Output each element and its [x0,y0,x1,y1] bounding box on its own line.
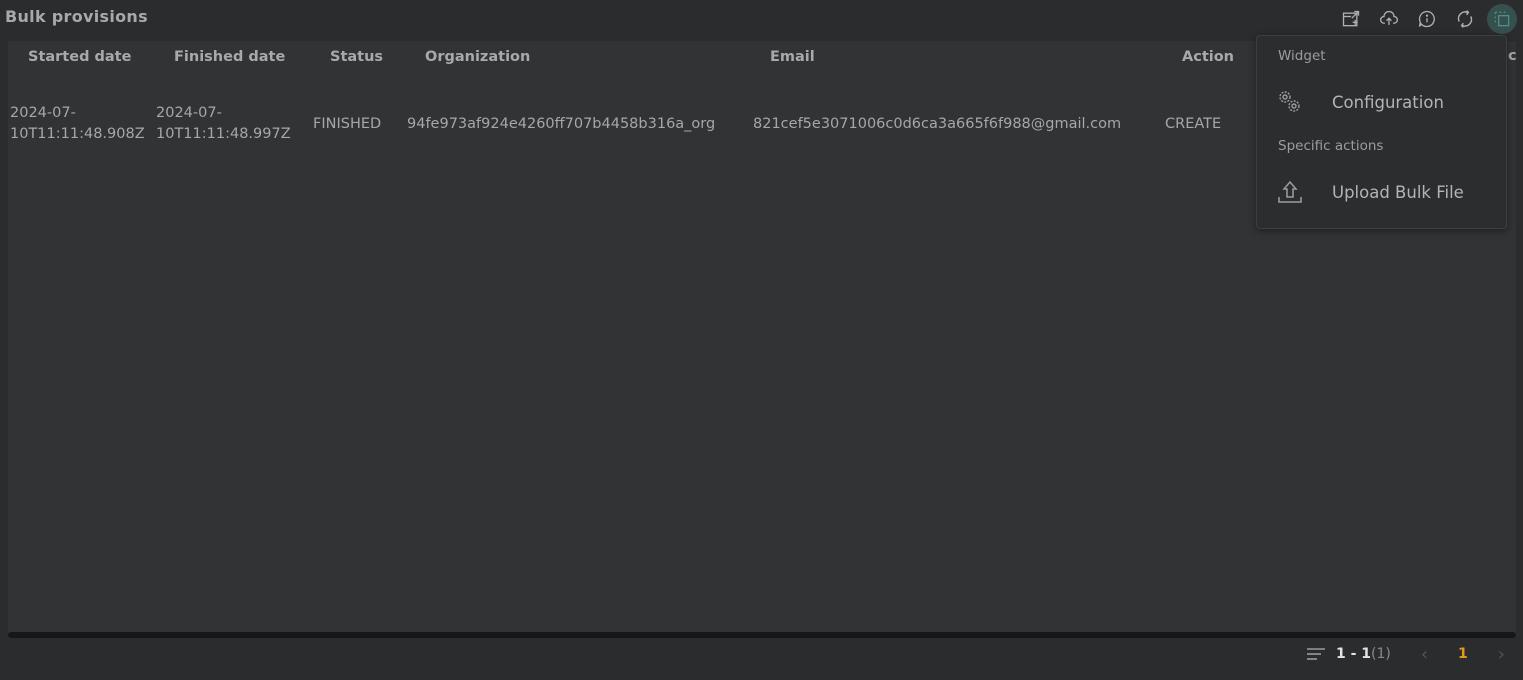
export-button[interactable] [1335,6,1367,32]
finished-date-cell: 2024-07- 10T11:11:48.997Z [156,105,291,142]
menu-item-upload-bulk-file[interactable]: Upload Bulk File [1257,172,1506,212]
column-header-organization[interactable]: Organization [425,49,530,65]
column-header-status[interactable]: Status [330,49,383,65]
action-cell: CREATE [1165,116,1222,132]
page-range: 1 - 1 [1335,646,1371,662]
info-icon [1418,10,1435,28]
widget-dropdown-menu: Widget Configuration Specific actions Up… [1256,35,1507,229]
organization-cell: 94fe973af924e4260ff707b4458b316a_org [407,116,716,132]
info-button[interactable] [1411,6,1443,32]
status-cell: FINISHED [313,116,382,132]
table-right-edge [1516,41,1523,634]
column-header-action[interactable]: Action [1182,49,1234,65]
menu-section-widget: Widget [1278,48,1326,64]
cloud-upload-icon [1380,10,1398,25]
upload-icon [1278,180,1302,203]
refresh-icon [1457,10,1473,28]
started-date-cell: 2024-07- 10T11:11:48.908Z [10,105,145,142]
widget-toolbar [1335,4,1517,34]
menu-section-specific-actions: Specific actions [1278,138,1384,154]
next-page-button[interactable]: › [1498,644,1505,665]
horizontal-scrollbar[interactable] [8,632,1516,638]
total-count: (1) [1371,646,1391,662]
column-header-started-date[interactable]: Started date [28,49,131,65]
email-cell: 821cef5e3071006c0d6ca3a665f6f988@gmail.c… [753,116,1122,132]
gears-icon [1279,91,1300,112]
current-page[interactable]: 1 [1458,646,1468,662]
widget-title: Bulk provisions [5,7,148,26]
export-icon [1342,10,1360,27]
pagination: 1 - 1 (1) ‹ 1 › [1306,642,1505,666]
refresh-button[interactable] [1449,6,1481,32]
prev-page-button[interactable]: ‹ [1421,644,1428,665]
column-header-email[interactable]: Email [770,49,815,65]
widget-menu-icon [1494,11,1510,27]
column-header-finished-date[interactable]: Finished date [174,49,285,65]
column-header-hidden: c [1508,48,1517,64]
lines-icon [1306,648,1325,660]
widget-menu-button[interactable] [1487,4,1517,34]
upload-button[interactable] [1373,6,1405,32]
menu-item-configuration[interactable]: Configuration [1257,82,1506,122]
